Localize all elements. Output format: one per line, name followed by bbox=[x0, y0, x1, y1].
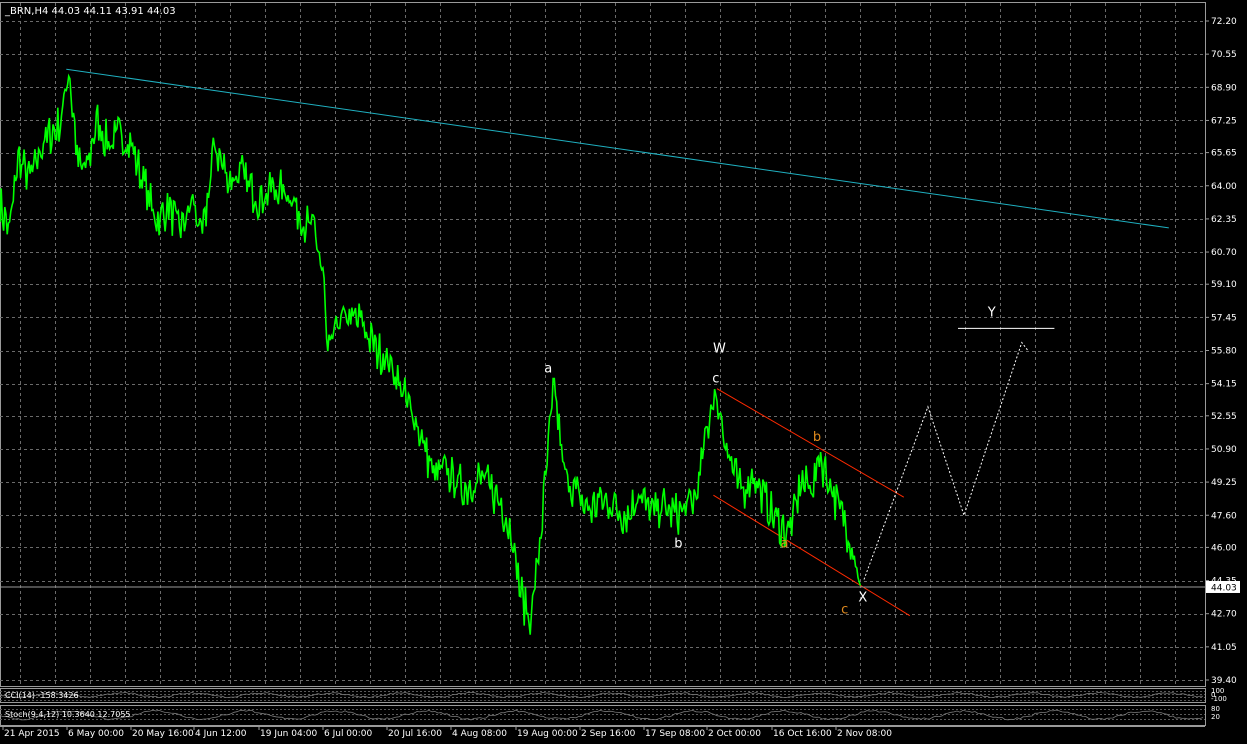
time-tick-label: 19 Jun 04:00 bbox=[260, 729, 317, 739]
price-tick-label: 72.20 bbox=[1211, 17, 1237, 27]
current-price-label: 44.03 bbox=[1211, 583, 1237, 593]
price-chart[interactable]: aWcbbacXY 72.2070.5568.9067.2565.6564.00… bbox=[0, 0, 1247, 740]
price-tick-label: 65.65 bbox=[1211, 149, 1237, 159]
wave-label-y-8: Y bbox=[987, 305, 996, 320]
price-tick-label: 60.70 bbox=[1211, 248, 1237, 258]
time-tick-label: 2 Oct 00:00 bbox=[708, 729, 761, 739]
indicator-panels: CCI(14) -158.3426 Stoch(9,4,12) 10.3640 1… bbox=[0, 687, 1227, 726]
time-tick-label: 16 Oct 16:00 bbox=[773, 729, 832, 739]
cci-label: CCI(14) -158.3426 bbox=[5, 691, 79, 700]
time-tick-label: 4 Jun 12:00 bbox=[195, 729, 247, 739]
wave-labels: aWcbbacXY bbox=[544, 305, 995, 617]
price-tick-label: 55.80 bbox=[1211, 347, 1237, 357]
price-tick-label: 46.00 bbox=[1211, 543, 1237, 553]
price-tick-label: 57.45 bbox=[1211, 313, 1237, 323]
price-tick-label: 52.55 bbox=[1211, 412, 1237, 422]
time-tick-label: 6 May 00:00 bbox=[68, 729, 124, 739]
price-tick-label: 42.70 bbox=[1211, 610, 1237, 620]
trendline bbox=[66, 68, 1169, 229]
price-tick-label: 59.10 bbox=[1211, 280, 1237, 290]
price-tick-label: 67.25 bbox=[1211, 116, 1237, 126]
price-tick-label: 41.05 bbox=[1211, 643, 1237, 653]
wave-label-a-5: a bbox=[780, 536, 788, 551]
wave-label-x-7: X bbox=[858, 591, 867, 606]
time-tick-label: 2 Sep 16:00 bbox=[581, 729, 636, 739]
time-tick-label: 6 Jul 00:00 bbox=[324, 729, 373, 739]
stoch-scale-label: 20 bbox=[1211, 713, 1220, 721]
price-tick-label: 64.00 bbox=[1211, 182, 1237, 192]
price-tick-label: 39.40 bbox=[1211, 676, 1237, 686]
time-tick-label: 20 Jul 16:00 bbox=[388, 729, 442, 739]
wave-label-w-1: W bbox=[713, 342, 726, 357]
symbol-header: _BRN,H4 44.03 44.11 43.91 44.03 bbox=[4, 6, 176, 17]
time-tick-label: 17 Sep 08:00 bbox=[645, 729, 705, 739]
overlays bbox=[0, 68, 1205, 617]
grid bbox=[0, 2, 1206, 687]
wave-label-b-3: b bbox=[674, 536, 682, 551]
time-tick-label: 19 Aug 00:00 bbox=[517, 729, 578, 739]
time-tick-label: 21 Apr 2015 bbox=[4, 729, 60, 739]
price-tick-label: 68.90 bbox=[1211, 83, 1237, 93]
price-tick-label: 54.15 bbox=[1211, 380, 1237, 390]
time-tick-label: 2 Nov 08:00 bbox=[837, 729, 892, 739]
cci-scale-label: -100 bbox=[1211, 695, 1227, 703]
forecast-path bbox=[863, 341, 1029, 580]
wave-label-b-4: b bbox=[813, 430, 821, 445]
price-line bbox=[0, 73, 862, 635]
time-axis: 21 Apr 2015 6 May 00:00 20 May 16:00 4 Jun … bbox=[0, 726, 1205, 739]
price-tick-label: 62.35 bbox=[1211, 215, 1237, 225]
wave-label-c-2: c bbox=[712, 372, 719, 387]
price-tick-label: 50.90 bbox=[1211, 445, 1237, 455]
time-tick-label: 20 May 16:00 bbox=[132, 729, 194, 739]
chart-window[interactable]: aWcbbacXY 72.20 70.55 68.90 67.25 65.65 64.00… bbox=[0, 0, 1247, 740]
price-tick-label: 49.25 bbox=[1211, 478, 1237, 488]
price-tick-label: 70.55 bbox=[1211, 50, 1237, 60]
plot-frame bbox=[0, 2, 1206, 687]
price-tick-label: 47.60 bbox=[1211, 511, 1237, 521]
wave-label-a-0: a bbox=[544, 362, 552, 377]
time-tick-label: 4 Aug 08:00 bbox=[452, 729, 507, 739]
channel-lower-line bbox=[713, 494, 911, 617]
wave-label-c-6: c bbox=[841, 603, 848, 618]
price-series bbox=[0, 73, 862, 635]
channel-upper-line bbox=[716, 388, 905, 498]
stoch-label: Stoch(9,4,12) 10.3640 12.7055 bbox=[5, 710, 131, 719]
price-axis: 72.20 70.55 68.90 67.25 65.65 64.00 62.35 60.70… bbox=[1205, 2, 1240, 686]
stoch-scale-label: 80 bbox=[1211, 705, 1220, 713]
